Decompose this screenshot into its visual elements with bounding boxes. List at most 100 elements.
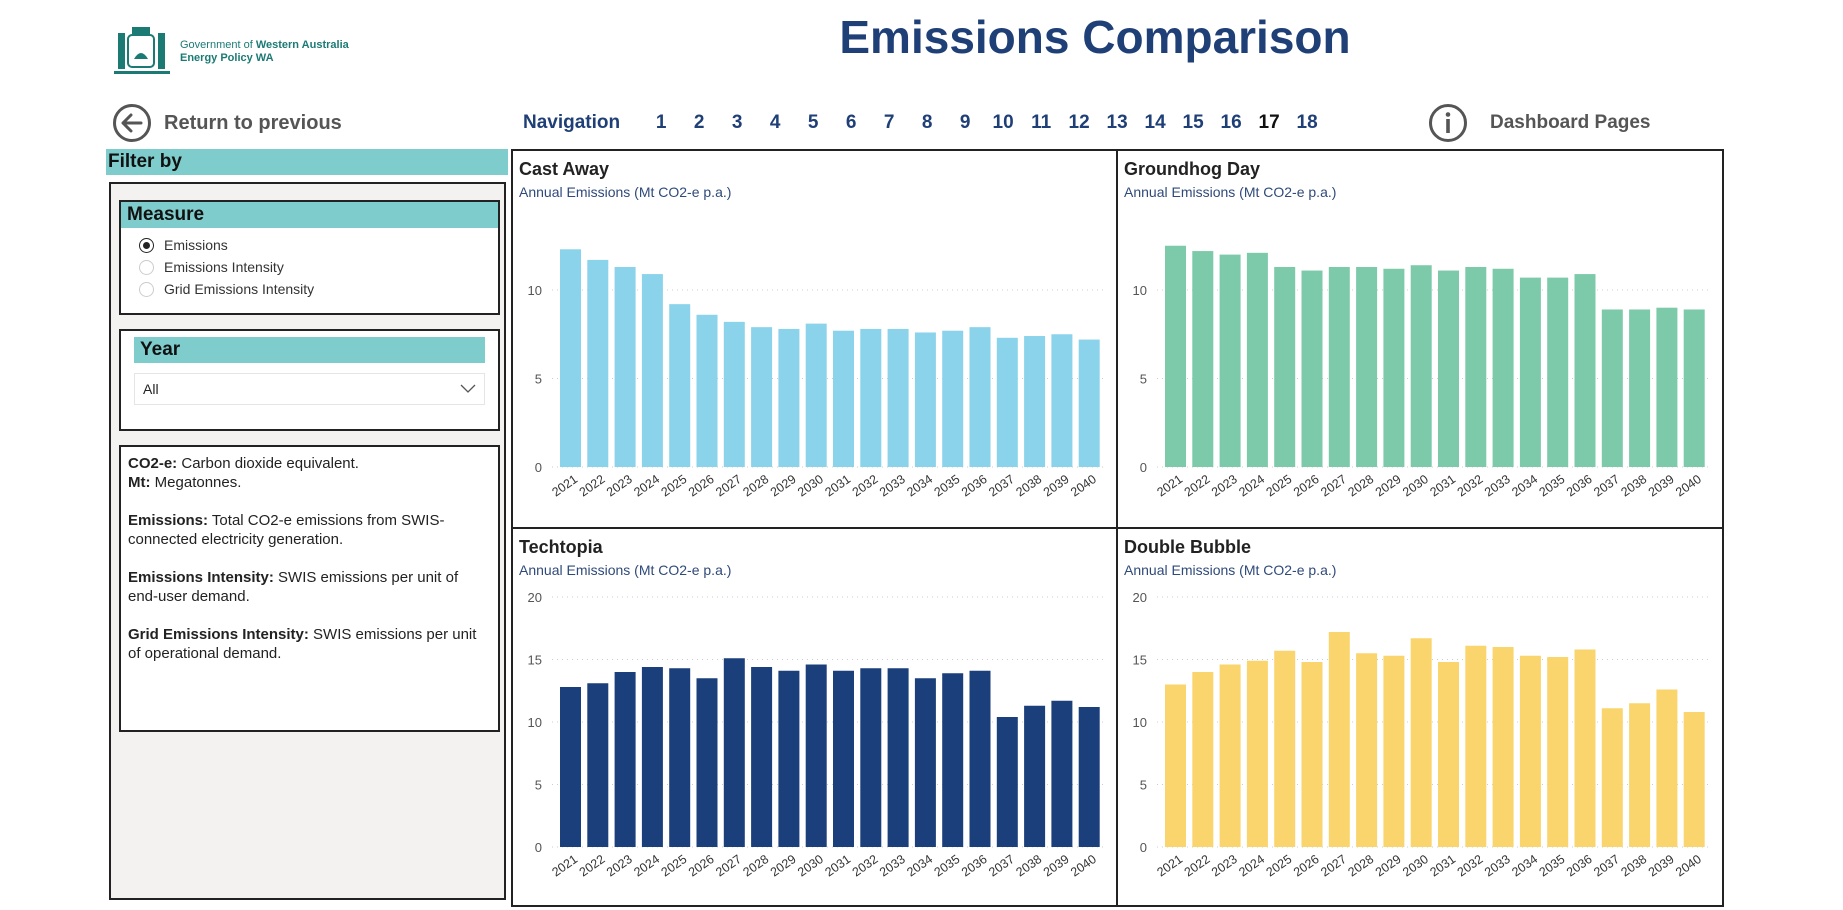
year-dropdown[interactable]: All (134, 373, 485, 405)
bar-2037[interactable] (1601, 309, 1623, 467)
nav-page-13[interactable]: 13 (1098, 112, 1136, 134)
nav-page-7[interactable]: 7 (870, 112, 908, 134)
bar-2036[interactable] (969, 670, 991, 847)
bar-2026[interactable] (1301, 270, 1323, 467)
bar-2026[interactable] (696, 678, 718, 847)
nav-page-12[interactable]: 12 (1060, 112, 1098, 134)
bar-2029[interactable] (1383, 655, 1405, 847)
return-to-previous-button[interactable]: Return to previous (112, 103, 342, 143)
bar-2022[interactable] (1192, 251, 1214, 467)
bar-2028[interactable] (751, 667, 773, 847)
bar-2030[interactable] (805, 323, 827, 467)
bar-2028[interactable] (1356, 653, 1378, 847)
bar-2033[interactable] (1492, 268, 1514, 467)
nav-page-8[interactable]: 8 (908, 112, 946, 134)
bar-2027[interactable] (723, 658, 745, 847)
bar-2032[interactable] (860, 328, 882, 467)
bar-2022[interactable] (587, 683, 609, 847)
bar-2031[interactable] (833, 670, 854, 847)
bar-2023[interactable] (614, 266, 636, 467)
bar-2030[interactable] (1410, 638, 1432, 847)
bar-2022[interactable] (587, 259, 609, 467)
bar-2024[interactable] (641, 274, 663, 467)
bar-2040[interactable] (1683, 712, 1705, 847)
bar-2027[interactable] (723, 321, 745, 467)
bar-2027[interactable] (1328, 632, 1350, 847)
nav-page-14[interactable]: 14 (1136, 112, 1174, 134)
bar-2031[interactable] (1438, 662, 1459, 847)
bar-2023[interactable] (1219, 254, 1241, 467)
measure-option[interactable]: Emissions Intensity (139, 259, 498, 275)
bar-2038[interactable] (1024, 705, 1046, 847)
bar-2029[interactable] (1383, 268, 1405, 467)
bar-2023[interactable] (614, 672, 636, 847)
bar-2038[interactable] (1024, 336, 1046, 467)
bar-2040[interactable] (1683, 309, 1705, 467)
bar-2034[interactable] (914, 332, 936, 467)
bar-2033[interactable] (887, 328, 909, 467)
bar-2038[interactable] (1629, 703, 1651, 847)
bar-2032[interactable] (1465, 645, 1487, 847)
nav-page-11[interactable]: 11 (1022, 112, 1060, 134)
bar-2032[interactable] (860, 668, 882, 847)
bar-2021[interactable] (560, 687, 581, 847)
bar-2021[interactable] (560, 249, 581, 467)
bar-2024[interactable] (1246, 252, 1268, 467)
nav-page-18[interactable]: 18 (1288, 112, 1326, 134)
bar-2030[interactable] (1410, 265, 1432, 467)
nav-page-6[interactable]: 6 (832, 112, 870, 134)
bar-2035[interactable] (1547, 277, 1569, 467)
bar-2022[interactable] (1192, 672, 1214, 847)
bar-2032[interactable] (1465, 266, 1487, 467)
measure-option[interactable]: Grid Emissions Intensity (139, 281, 498, 297)
nav-page-3[interactable]: 3 (718, 112, 756, 134)
bar-2031[interactable] (833, 330, 854, 467)
bar-2021[interactable] (1165, 684, 1186, 848)
bar-2035[interactable] (942, 330, 964, 467)
bar-2028[interactable] (751, 327, 773, 467)
bar-2034[interactable] (1519, 277, 1541, 467)
bar-2026[interactable] (1301, 662, 1323, 847)
radio-button-icon[interactable] (139, 237, 154, 253)
bar-2037[interactable] (996, 337, 1018, 467)
bar-2036[interactable] (969, 327, 991, 467)
bar-2029[interactable] (778, 670, 800, 847)
nav-page-17[interactable]: 17 (1250, 112, 1288, 134)
bar-2023[interactable] (1219, 664, 1241, 848)
bar-2033[interactable] (1492, 647, 1514, 847)
dashboard-pages-button[interactable]: Dashboard Pages (1428, 103, 1651, 143)
bar-2021[interactable] (1165, 245, 1186, 467)
bar-2025[interactable] (1274, 650, 1296, 847)
bar-2039[interactable] (1051, 334, 1073, 467)
nav-page-2[interactable]: 2 (680, 112, 718, 134)
bar-2039[interactable] (1656, 689, 1678, 848)
radio-button-icon[interactable] (139, 281, 154, 297)
bar-2036[interactable] (1574, 649, 1596, 848)
bar-2035[interactable] (1547, 657, 1569, 847)
bar-2024[interactable] (641, 667, 663, 847)
nav-page-4[interactable]: 4 (756, 112, 794, 134)
bar-2040[interactable] (1078, 707, 1100, 847)
bar-2029[interactable] (778, 328, 800, 467)
bar-2039[interactable] (1656, 307, 1678, 467)
bar-2034[interactable] (914, 678, 936, 847)
bar-2033[interactable] (887, 668, 909, 847)
nav-page-1[interactable]: 1 (642, 112, 680, 134)
bar-2039[interactable] (1051, 700, 1073, 847)
bar-2024[interactable] (1246, 660, 1268, 847)
bar-2035[interactable] (942, 673, 964, 847)
bar-2026[interactable] (696, 314, 718, 467)
bar-2037[interactable] (996, 717, 1018, 847)
radio-button-icon[interactable] (139, 259, 154, 275)
nav-page-5[interactable]: 5 (794, 112, 832, 134)
nav-page-15[interactable]: 15 (1174, 112, 1212, 134)
bar-2036[interactable] (1574, 274, 1596, 467)
nav-page-9[interactable]: 9 (946, 112, 984, 134)
bar-2027[interactable] (1328, 266, 1350, 467)
bar-2025[interactable] (669, 304, 691, 467)
bar-2037[interactable] (1601, 708, 1623, 847)
bar-2025[interactable] (1274, 266, 1296, 467)
nav-page-16[interactable]: 16 (1212, 112, 1250, 134)
bar-2031[interactable] (1438, 270, 1459, 467)
bar-2034[interactable] (1519, 655, 1541, 847)
